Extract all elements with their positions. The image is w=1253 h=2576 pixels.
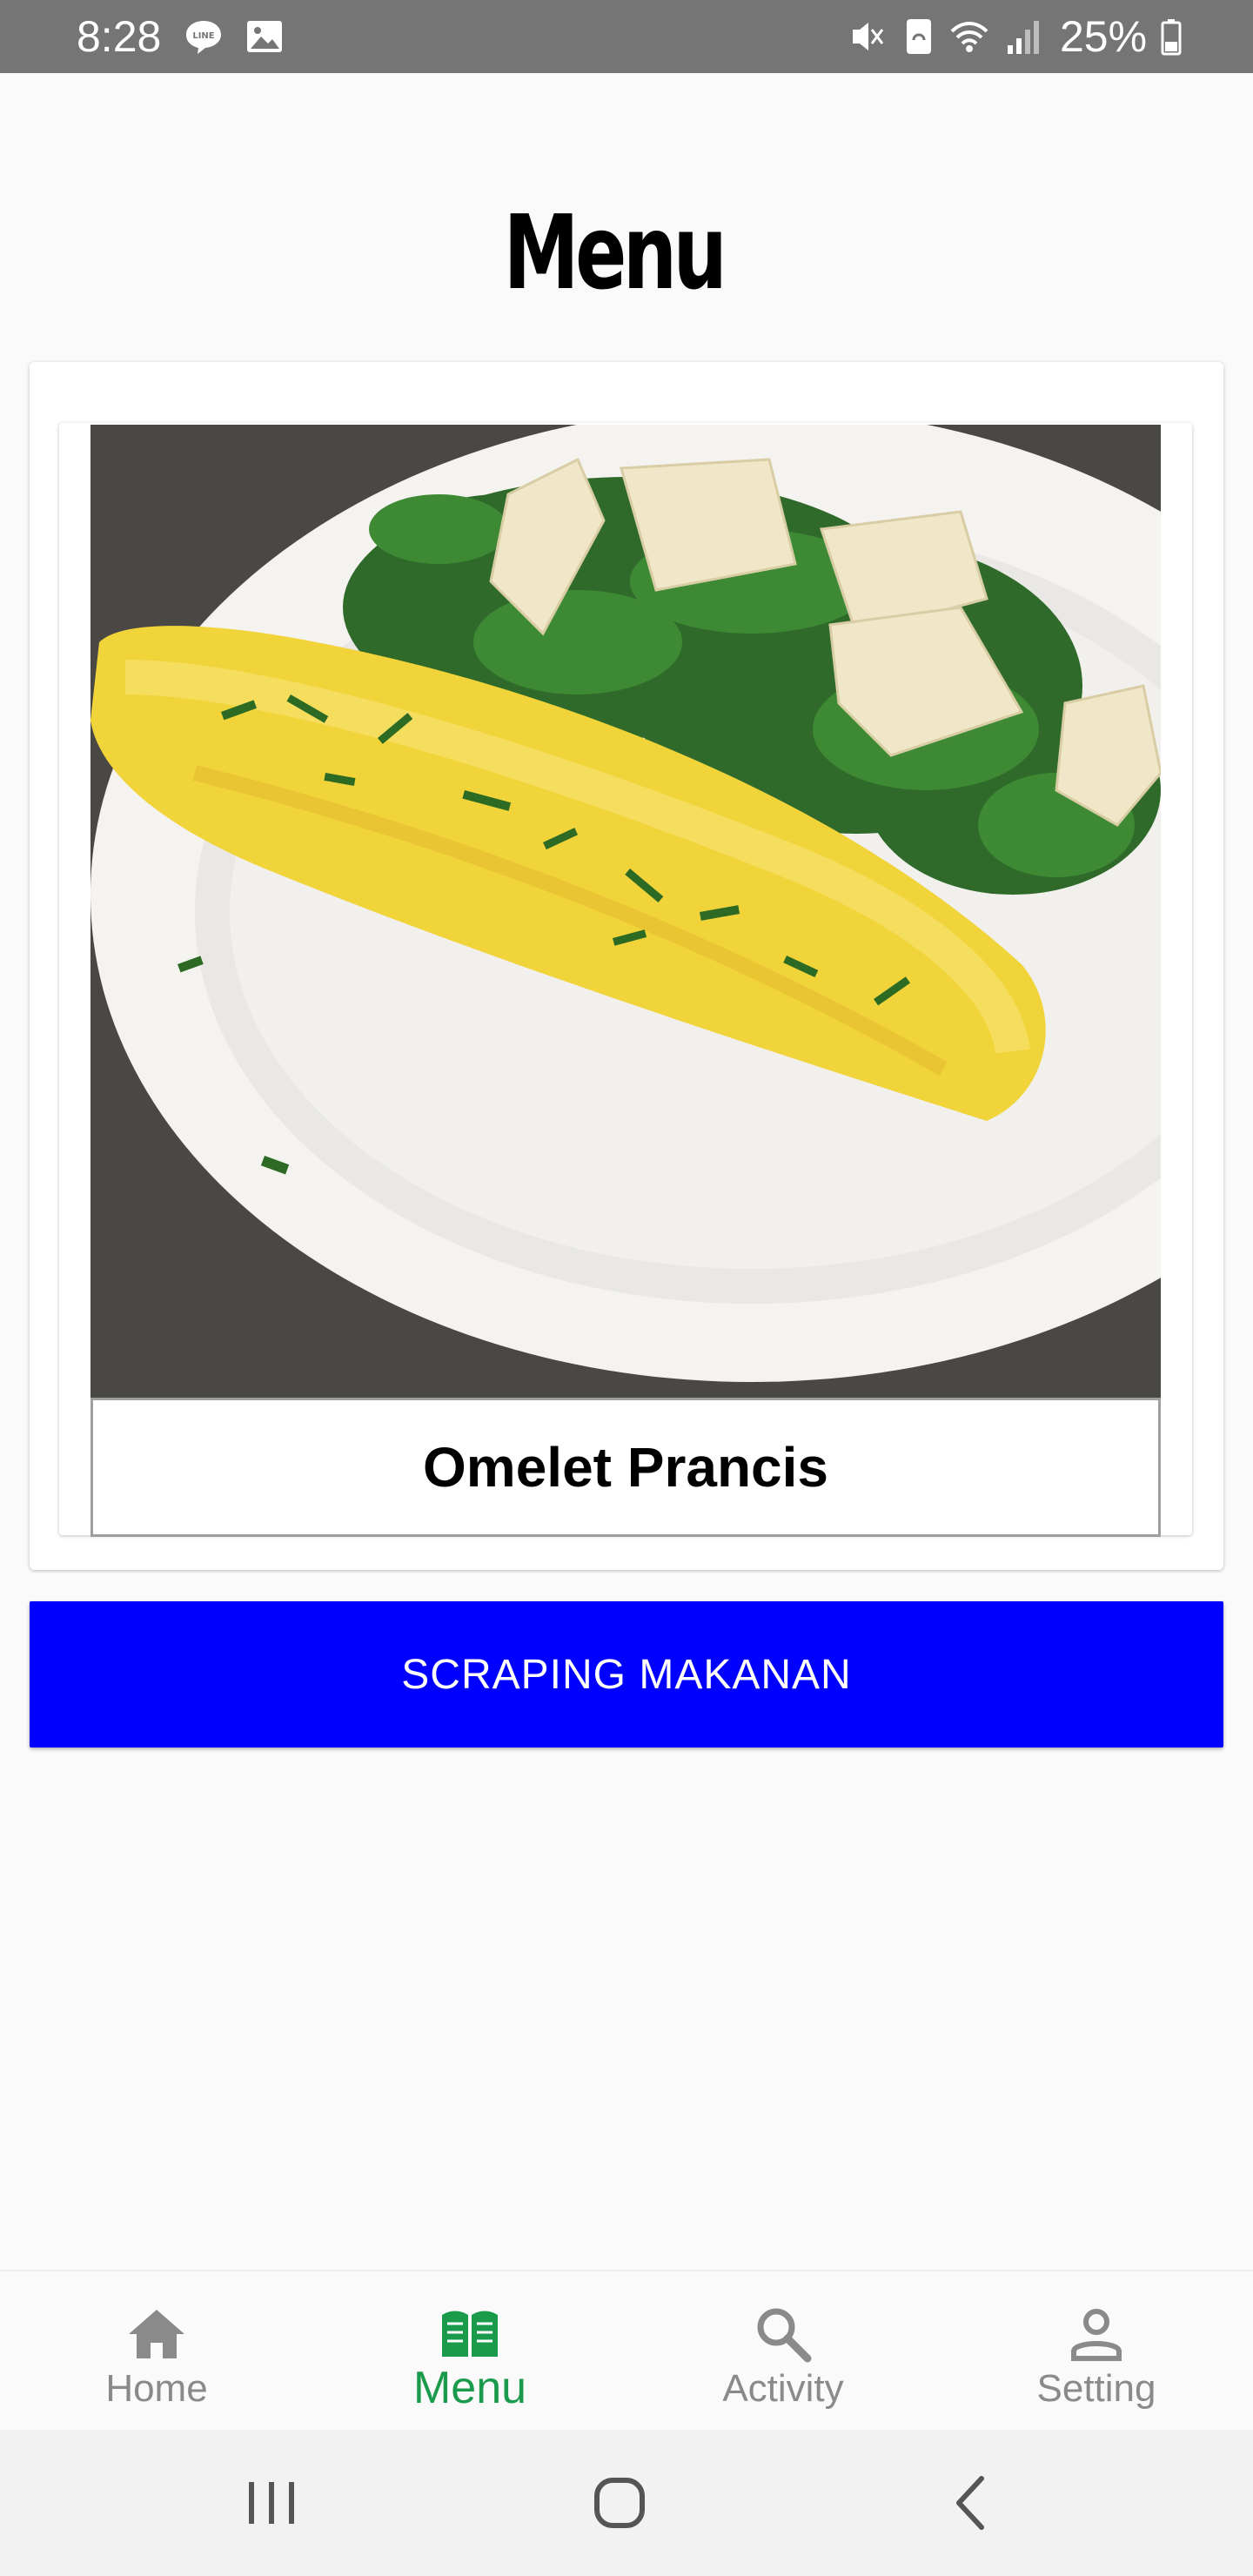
- scrape-food-button[interactable]: SCRAPING MAKANAN: [30, 1601, 1223, 1748]
- signal-icon: [1008, 21, 1039, 54]
- search-icon: [757, 2308, 812, 2363]
- home-icon: [129, 2310, 184, 2358]
- bottom-navigation: Home Menu Activity Setting: [0, 2270, 1253, 2430]
- home-circle-icon[interactable]: [585, 2468, 654, 2538]
- nav-item-home[interactable]: Home: [0, 2271, 313, 2432]
- food-image: [90, 425, 1161, 1399]
- recents-icon[interactable]: [237, 2468, 306, 2538]
- page-title: Menu: [503, 192, 727, 312]
- nav-label-menu: Menu: [412, 2363, 527, 2413]
- nav-item-setting[interactable]: Setting: [940, 2271, 1253, 2432]
- status-bar: 8:28 LINE 25%: [0, 0, 1253, 73]
- battery-percent: 25%: [1060, 12, 1148, 61]
- nfc-icon: [907, 19, 931, 54]
- gallery-icon: [247, 21, 282, 52]
- svg-text:LINE: LINE: [192, 31, 214, 41]
- menu-item-card[interactable]: Omelet Prancis: [59, 423, 1192, 1537]
- nav-item-activity[interactable]: Activity: [626, 2271, 940, 2432]
- back-icon[interactable]: [936, 2468, 1006, 2538]
- status-time: 8:28: [77, 12, 162, 61]
- nav-label-home: Home: [105, 2367, 208, 2410]
- mute-icon: [853, 23, 884, 50]
- nav-label-activity: Activity: [722, 2367, 844, 2410]
- food-name: Omelet Prancis: [423, 1436, 828, 1499]
- battery-icon: [1161, 19, 1182, 56]
- wifi-icon: [950, 22, 988, 52]
- person-icon: [1071, 2309, 1122, 2361]
- book-icon: [442, 2311, 498, 2357]
- system-navigation-bar: [0, 2430, 1253, 2576]
- nav-label-setting: Setting: [1036, 2367, 1156, 2410]
- food-name-box: Omelet Prancis: [90, 1398, 1161, 1537]
- line-icon: LINE: [186, 21, 221, 54]
- menu-list-card: Omelet Prancis: [30, 362, 1223, 1570]
- nav-item-menu[interactable]: Menu: [313, 2271, 626, 2432]
